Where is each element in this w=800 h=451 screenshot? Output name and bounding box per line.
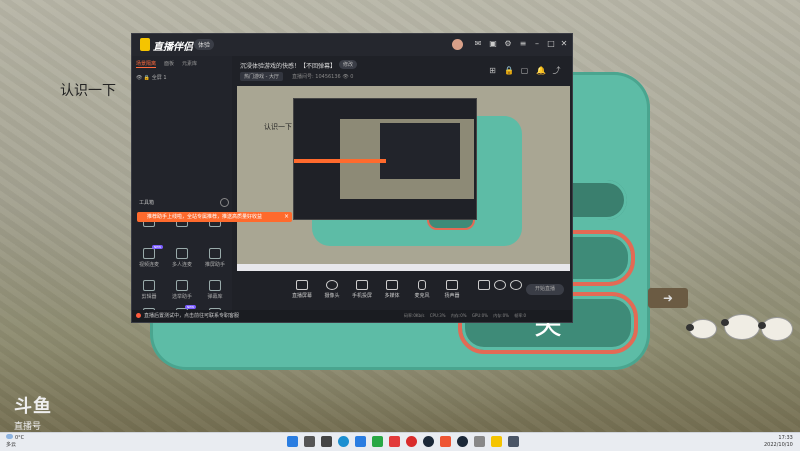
sheep-icon [686, 320, 716, 338]
category-tag[interactable]: 热门游戏 - 大厅 [240, 72, 283, 81]
tab-elements[interactable]: 元素库 [182, 60, 197, 68]
steam-icon[interactable] [457, 436, 468, 447]
camera-button[interactable]: 摄像头 [317, 280, 347, 299]
version-badge[interactable]: 体验 [194, 39, 215, 50]
tool-editor[interactable]: 剪辑器 [135, 280, 163, 300]
tool-danmaku[interactable]: 弹幕库 [201, 280, 229, 300]
scene-item[interactable]: 👁 🔒 全屏 1 [136, 74, 167, 81]
performance-stats: 码率:0Kb/s CPU:3% 内存:0% GPU:0% 内存:0% 帧率:0 [404, 313, 527, 318]
app-icon[interactable] [355, 436, 366, 447]
live-companion-icon[interactable] [491, 436, 502, 447]
task-view-icon[interactable] [321, 436, 332, 447]
menu-icon[interactable]: ≡ [519, 40, 527, 48]
warning-icon [136, 313, 141, 318]
start-live-button[interactable]: 开始直播 [526, 284, 564, 295]
source-controls: 直播屏幕 摄像头 手机投屏 多媒体 麦克风 扬声器 [237, 276, 570, 306]
screen-icon [296, 280, 308, 290]
tool-push-assistant[interactable]: 推屏助手 [201, 248, 229, 268]
notification-icon[interactable]: 🔔 [536, 66, 546, 75]
cloud-icon [6, 434, 13, 439]
app-logo-icon [140, 38, 150, 51]
toast-close-icon[interactable]: × [284, 212, 289, 222]
speaker-icon [446, 280, 458, 290]
camera-icon [326, 280, 338, 290]
steam-icon[interactable] [423, 436, 434, 447]
start-icon[interactable] [287, 436, 298, 447]
close-icon[interactable]: ✕ [560, 40, 568, 48]
title-bar[interactable]: 直播伴侣 体验 ✉ ▣ ⚙ ≡ – □ ✕ [132, 34, 572, 56]
video-link-icon [143, 248, 155, 259]
share-icon[interactable]: ⤴ [552, 66, 561, 75]
settings-icon[interactable]: ⚙ [504, 40, 512, 48]
live-title: 沉浸体验游戏的快感！【不回弹幕】 [240, 63, 337, 70]
microphone-icon [418, 280, 426, 290]
gift-icon[interactable]: ▣ [489, 40, 497, 48]
tool-multi-link[interactable]: 多人连麦 [168, 248, 196, 268]
danmaku-icon [209, 280, 221, 291]
weather-widget[interactable]: 0°C 多云 [6, 434, 24, 449]
mail-icon[interactable]: ✉ [474, 40, 482, 48]
tool-vote[interactable]: 选举助手 [168, 280, 196, 300]
lock-icon[interactable]: 🔒 [504, 66, 514, 75]
live-companion-window: 直播伴侣 体验 ✉ ▣ ⚙ ≡ – □ ✕ 场景隔离 面板 元素库 👁 🔒 全屏… [131, 33, 573, 323]
sidebar-tabs: 场景隔离 面板 元素库 [136, 60, 197, 68]
vote-icon [176, 280, 188, 291]
minimize-icon[interactable]: – [533, 40, 541, 48]
room-info: 直播间号: 10456136 👁 0 [292, 74, 354, 80]
tab-panel[interactable]: 面板 [164, 60, 174, 68]
multi-link-icon [176, 248, 188, 259]
phone-cast-button[interactable]: 手机投屏 [347, 280, 377, 299]
preview-taskbar [237, 264, 570, 271]
share-screen-icon[interactable]: ▢ [520, 66, 529, 75]
signpost-arrow-icon: ➜ [648, 288, 688, 308]
maximize-icon[interactable]: □ [547, 40, 555, 48]
media-icon [386, 280, 398, 290]
search-icon[interactable] [304, 436, 315, 447]
sidebar: 场景隔离 面板 元素库 👁 🔒 全屏 1 工具箱 NEW 视频连麦 多人连麦 推屏… [132, 56, 232, 322]
media-button[interactable]: 多媒体 [377, 280, 407, 299]
netease-music-icon[interactable] [406, 436, 417, 447]
app-icon[interactable] [440, 436, 451, 447]
taskbar: 0°C 多云 17:33 2022/10/10 [0, 432, 800, 451]
app-icon[interactable] [389, 436, 400, 447]
preview-nested-window [293, 98, 477, 220]
app-icon[interactable] [508, 436, 519, 447]
promo-toast[interactable]: 推荐助手上线啦，全站专属推荐，推送高质量好收益 × [137, 212, 292, 222]
avatar[interactable] [452, 39, 463, 50]
tab-scenes[interactable]: 场景隔离 [136, 60, 157, 68]
new-badge: NEW [152, 245, 164, 249]
status-bar: 直播后置测试中，点击前往可联系专职客服 码率:0Kb/s CPU:3% 内存:0… [132, 310, 572, 322]
editor-icon [143, 280, 155, 291]
screen-capture-button[interactable]: 直播屏幕 [287, 280, 317, 299]
sheep-icon [758, 318, 792, 340]
tool-video-link[interactable]: NEW 视频连麦 [135, 245, 164, 268]
app-icon[interactable] [474, 436, 485, 447]
wechat-icon[interactable] [372, 436, 383, 447]
preview-nested-window [380, 123, 460, 179]
sheep-icon [721, 315, 759, 339]
edge-icon[interactable] [338, 436, 349, 447]
microphone-button[interactable]: 麦克风 [407, 280, 437, 299]
clock[interactable]: 17:33 2022/10/10 [764, 435, 793, 449]
background-text: 认识一下 [60, 83, 116, 99]
edit-title-button[interactable]: 修改 [339, 60, 358, 69]
tools-settings-icon[interactable] [220, 198, 229, 207]
push-assistant-icon [209, 248, 221, 259]
layout-icon[interactable]: ⊞ [488, 66, 497, 75]
phone-icon [356, 280, 368, 290]
status-warning[interactable]: 直播后置测试中，点击前往可联系专职客服 [136, 312, 239, 319]
preview-background-text: 认识一下 [264, 123, 292, 131]
new-badge: NEW [185, 305, 197, 309]
preview-toast [294, 159, 386, 163]
live-preview[interactable]: 认识一下 玩 卡 关 [237, 86, 570, 271]
speaker-button[interactable]: 扬声器 [437, 280, 467, 299]
app-name: 直播伴侣 [153, 42, 193, 53]
tools-label: 工具箱 [139, 200, 155, 206]
